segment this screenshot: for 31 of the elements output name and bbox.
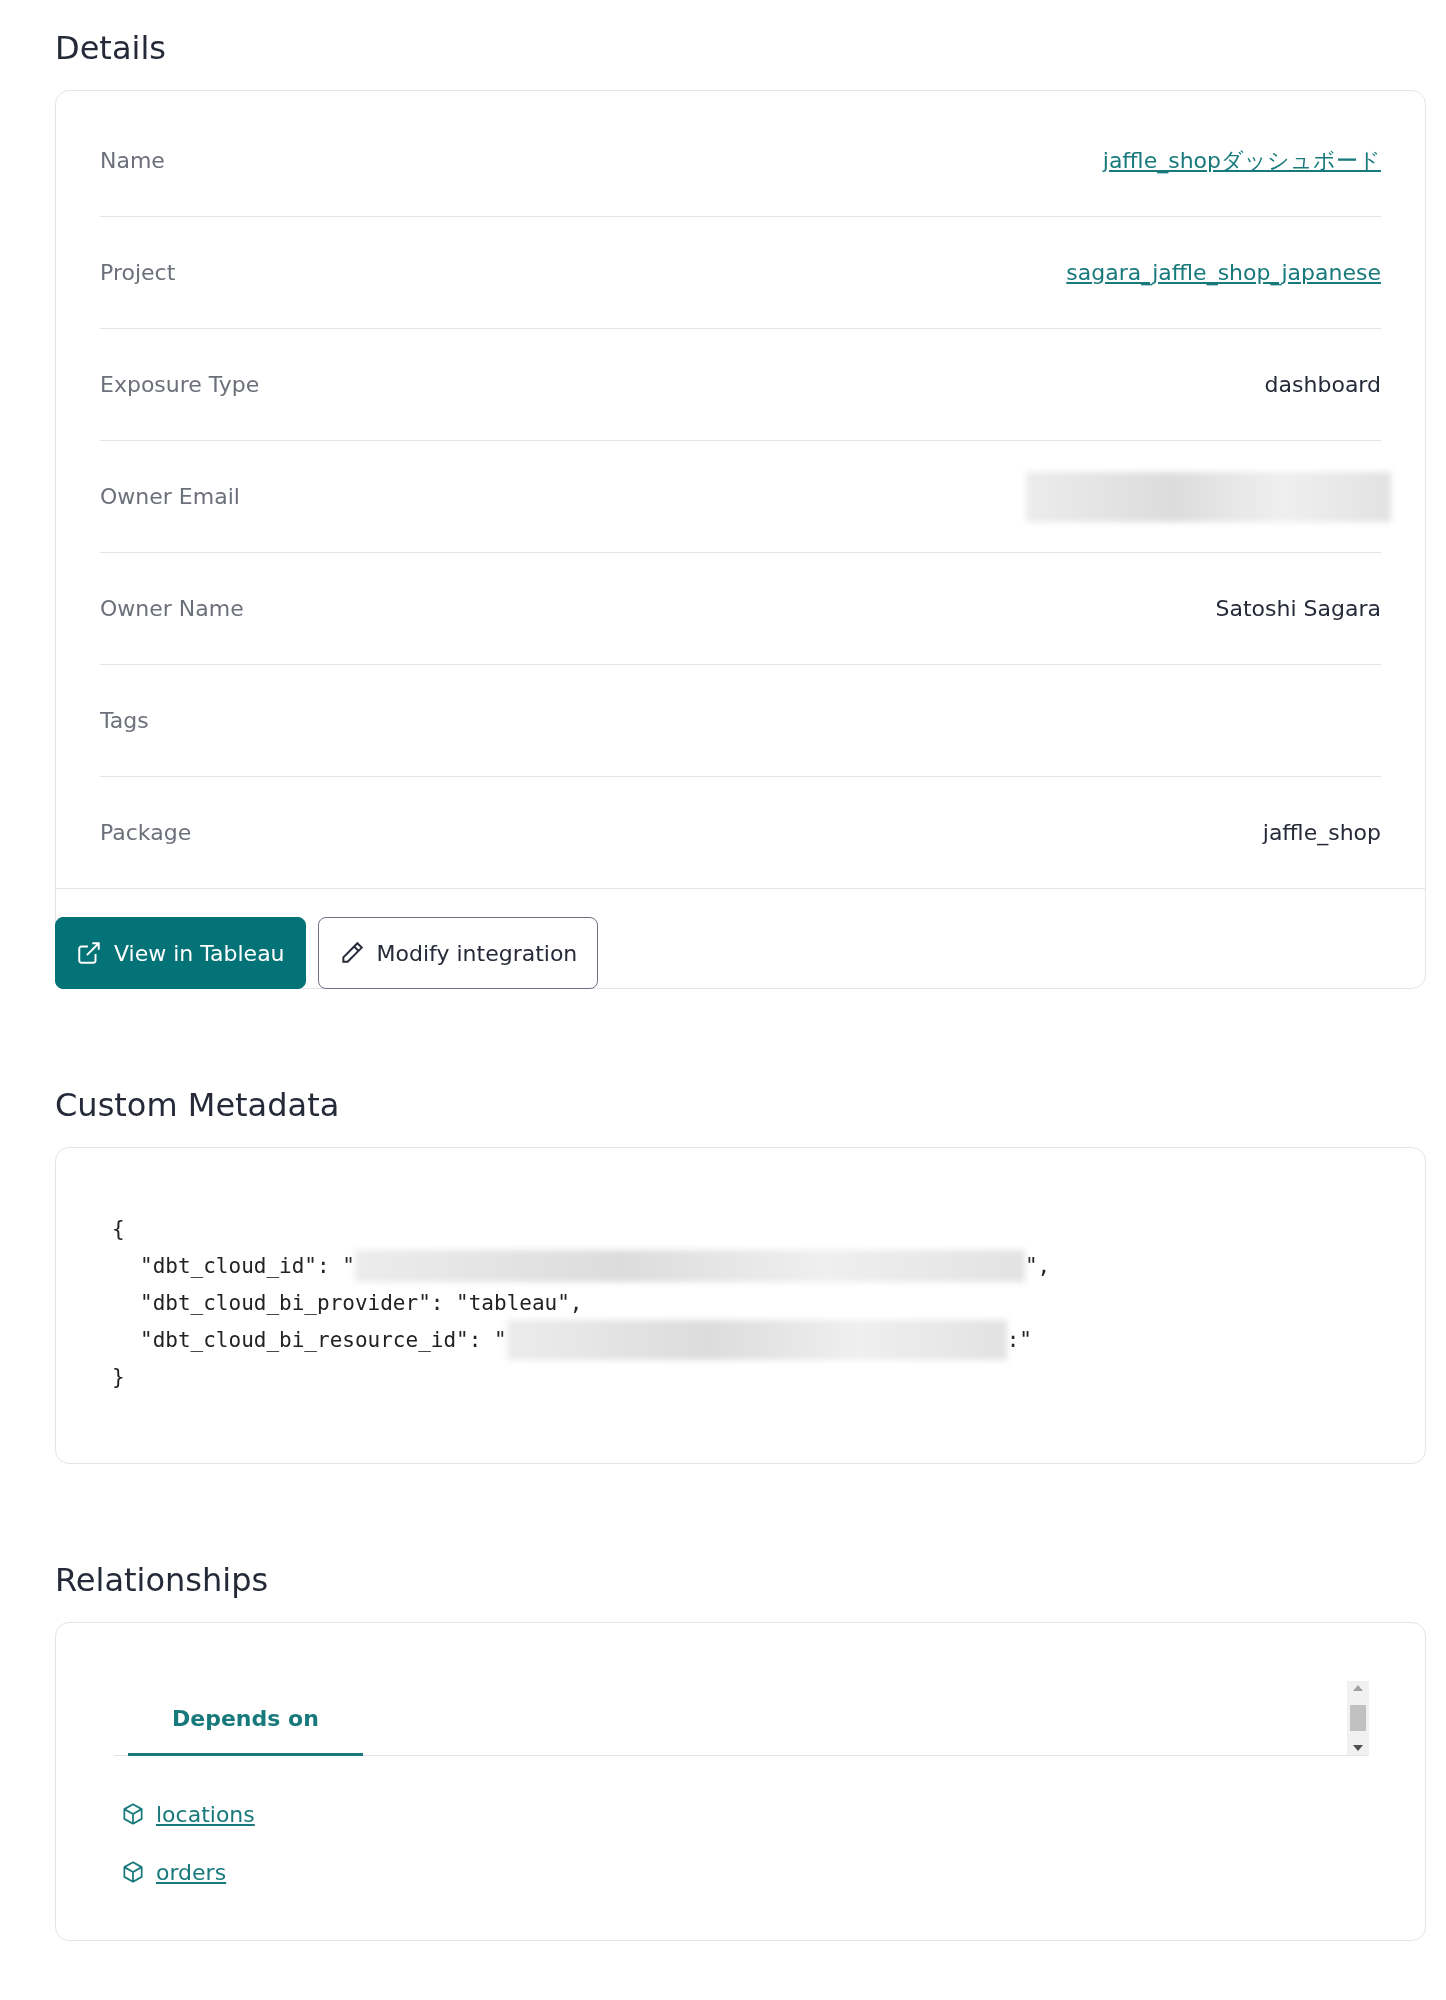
section-heading: Details (55, 28, 167, 68)
scrollbar[interactable] (1347, 1681, 1369, 1755)
field-value: dashboard (1264, 372, 1381, 397)
code-text: :" (1006, 1327, 1032, 1352)
field-label: Package (100, 820, 192, 845)
code-line: } (112, 1364, 125, 1389)
field-label: Owner Email (100, 484, 240, 509)
field-value: Satoshi Sagara (1215, 596, 1381, 621)
cube-icon (120, 1859, 146, 1885)
field-link[interactable]: sagara_jaffle_shop_japanese (1066, 260, 1381, 285)
section-heading: Relationships (55, 1560, 270, 1600)
code-line: "dbt_cloud_id": " (140, 1253, 355, 1278)
view-button[interactable]: View in Tableau (55, 917, 306, 989)
field-link[interactable]: jaffle_shopダッシュボード (1102, 145, 1381, 176)
model-link[interactable]: locations (156, 1801, 255, 1827)
code-line: "dbt_cloud_bi_provider": "tableau", (140, 1290, 583, 1315)
field-label: Name (100, 148, 165, 173)
modify-button[interactable]: Modify integration (317, 917, 599, 989)
field-label: Exposure Type (100, 372, 260, 397)
model-link[interactable]: orders (156, 1859, 227, 1885)
cube-icon (120, 1801, 146, 1827)
field-value: jaffle_shop (1262, 820, 1381, 845)
field-label: Owner Name (100, 596, 244, 621)
code-line: "dbt_cloud_bi_resource_id": " (140, 1327, 507, 1352)
code-line: { (112, 1216, 125, 1241)
section-heading: Custom Metadata (55, 1085, 341, 1125)
external-link-icon (76, 940, 102, 966)
field-label: Tags (100, 708, 149, 733)
tab[interactable]: Depends on (128, 1690, 363, 1756)
field-label: Project (100, 260, 176, 285)
code-text: ", (1024, 1253, 1051, 1278)
